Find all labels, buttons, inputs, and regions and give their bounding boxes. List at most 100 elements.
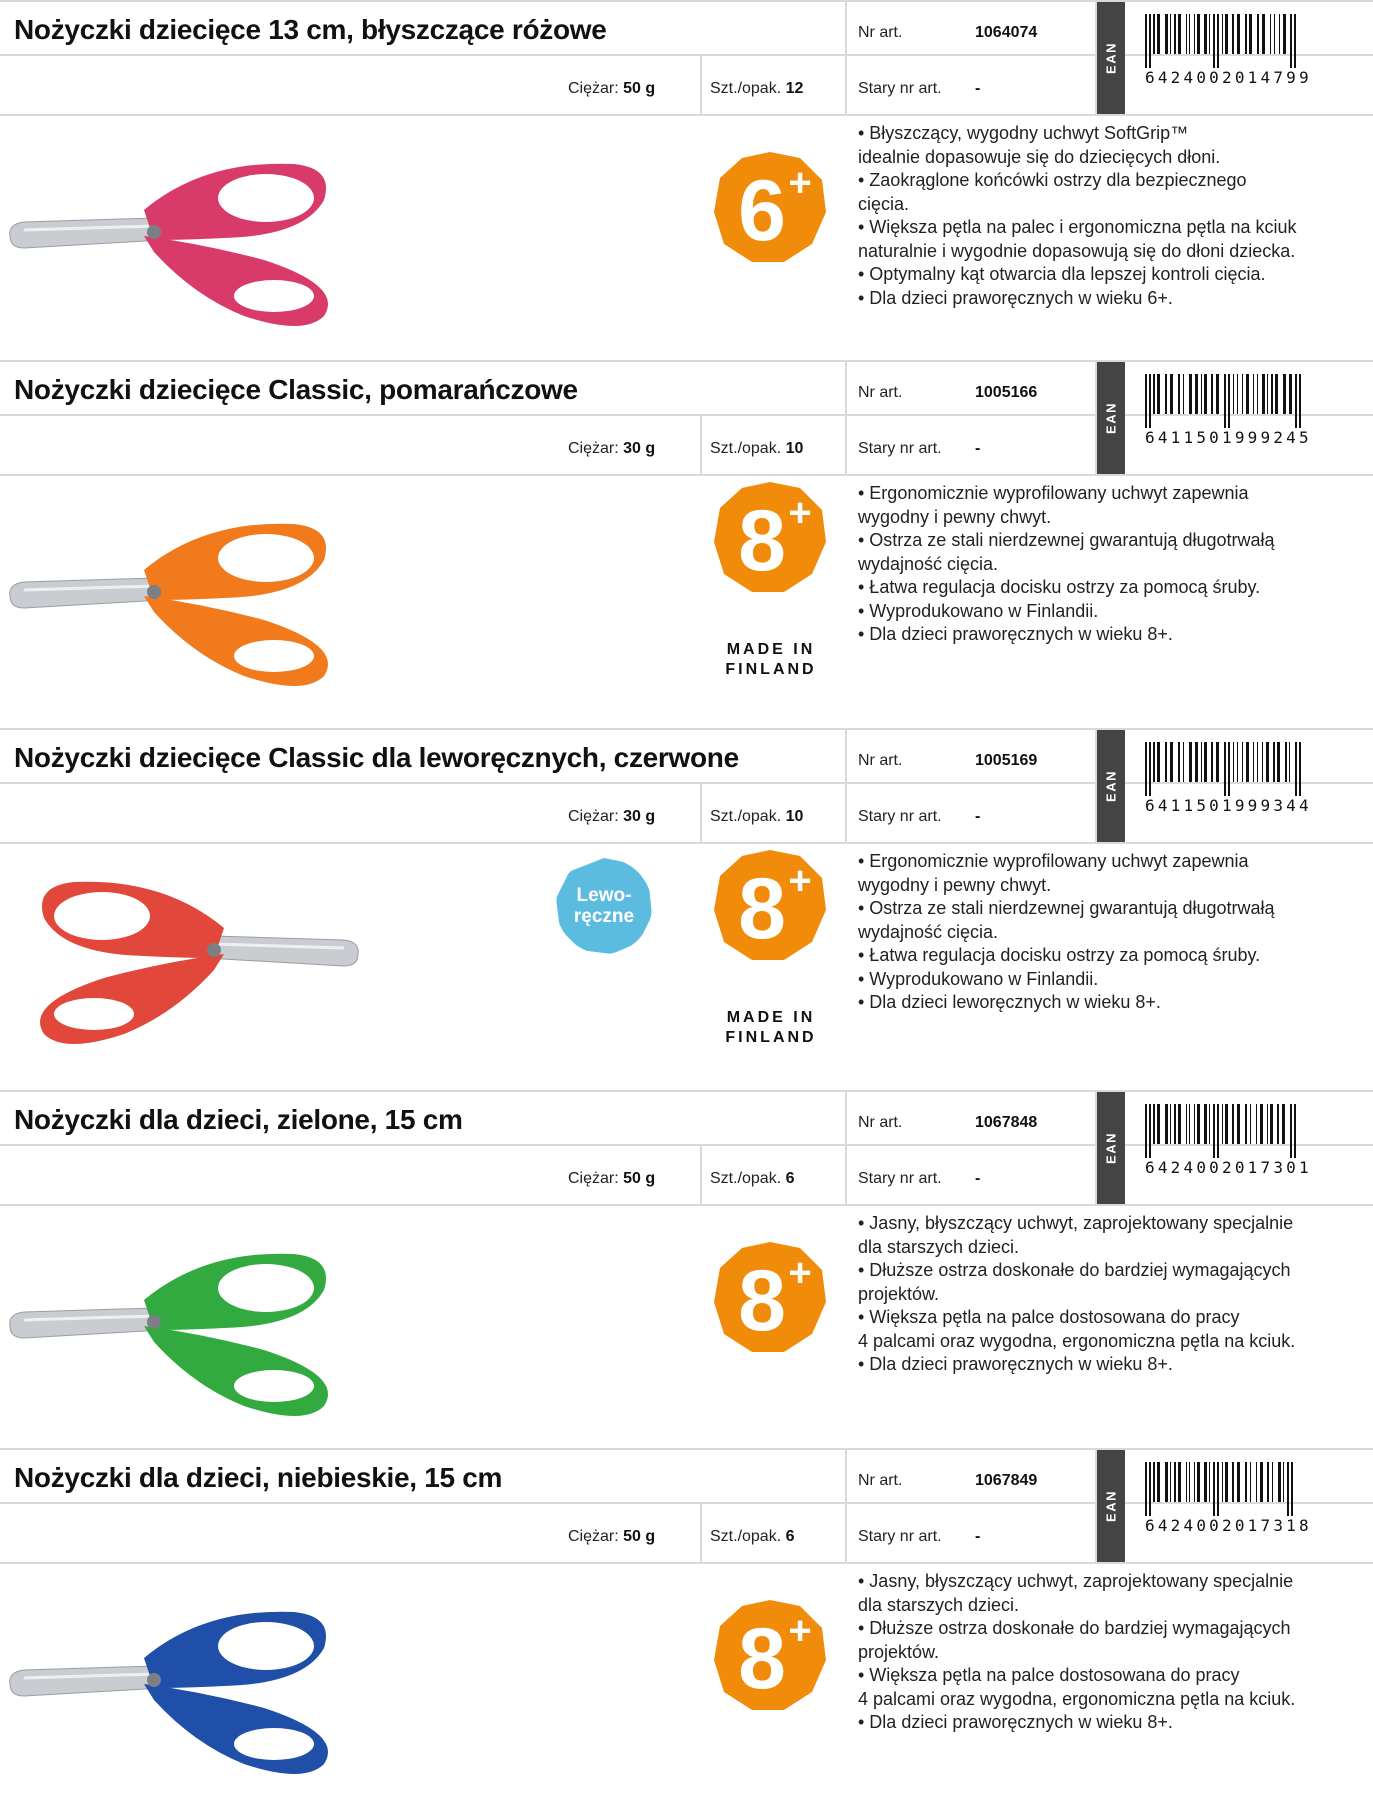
divider xyxy=(845,360,847,474)
ean-barcode: 6424002017301 xyxy=(1133,1104,1333,1177)
pack-label: Szt./opak. xyxy=(710,80,782,97)
pack-qty: Szt./opak. 10 xyxy=(710,808,803,826)
feature-line: • Dla dzieci praworęcznych w wieku 6+. xyxy=(858,287,1173,308)
product-card: Nożyczki dziecięce Classic dla leworęczn… xyxy=(0,728,1373,1078)
age-badge: 6 + xyxy=(712,150,828,266)
pack-qty: Szt./opak. 12 xyxy=(710,80,803,98)
weight-label: Ciężar: xyxy=(568,1528,619,1545)
old-nr-label: Stary nr art. xyxy=(858,1528,942,1545)
feature-line: • Ostrza ze stali nierdzewnej gwarantują… xyxy=(858,898,1275,918)
nr-art-label: Nr art. xyxy=(858,24,903,41)
old-nr-label: Stary nr art. xyxy=(858,808,942,825)
old-nr-value: - xyxy=(975,1170,981,1187)
ean-barcode: 6424002014799 xyxy=(1133,14,1333,87)
weight: Ciężar: 50 g xyxy=(568,1170,655,1188)
feature-line: projektów. xyxy=(858,1641,940,1662)
feature-line: • Zaokrąglone końcówki ostrzy dla bezpie… xyxy=(858,170,1247,190)
divider xyxy=(0,1448,1373,1450)
weight: Ciężar: 30 g xyxy=(568,808,655,826)
nr-art-value: 1005169 xyxy=(975,752,1038,769)
nr-art-value: 1005166 xyxy=(975,384,1038,401)
feature-line: 4 palcami oraz wygodna, ergonomiczna pęt… xyxy=(858,1330,1296,1351)
divider xyxy=(700,784,702,842)
ean-barcode: 6411501999245 xyxy=(1133,374,1333,447)
feature-line: naturalnie i wygodnie dopasowują się do … xyxy=(858,240,1296,261)
divider xyxy=(700,1504,702,1562)
svg-text:8: 8 xyxy=(738,1611,786,1707)
divider xyxy=(700,56,702,114)
pack-value: 12 xyxy=(785,80,804,97)
feature-line: • Dłuższe ostrza doskonałe do bardziej w… xyxy=(858,1618,1291,1638)
feature-line: dla starszych dzieci. xyxy=(858,1236,1020,1257)
pack-value: 6 xyxy=(785,1170,795,1187)
feature-line: idealnie dopasowuje się do dziecięcych d… xyxy=(858,146,1221,167)
weight-value: 30 g xyxy=(623,440,656,457)
old-nr-value: - xyxy=(975,80,981,97)
product-image xyxy=(4,500,364,695)
product-card: Nożyczki dziecięce 13 cm, błyszczące róż… xyxy=(0,0,1373,350)
svg-text:6: 6 xyxy=(738,163,786,259)
divider xyxy=(0,842,1373,844)
ean-label-bar: EAN xyxy=(1097,1450,1125,1562)
feature-line: • Dla dzieci leworęcznych w wieku 8+. xyxy=(858,992,1161,1012)
ean-label-bar: EAN xyxy=(1097,1092,1125,1204)
feature-line: • Dla dzieci praworęcznych w wieku 8+. xyxy=(858,1712,1173,1732)
nr-art-label: Nr art. xyxy=(858,1114,903,1131)
svg-text:+: + xyxy=(788,161,811,205)
weight-label: Ciężar: xyxy=(568,80,619,97)
feature-line: • Dla dzieci praworęcznych w wieku 8+. xyxy=(858,1354,1173,1374)
ean-digits: 6424002017301 xyxy=(1145,1158,1312,1177)
made-in-finland-label: MADE IN FINLAND xyxy=(725,1009,817,1046)
pack-qty: Szt./opak. 6 xyxy=(710,1528,795,1546)
weight-value: 30 g xyxy=(623,808,656,825)
ean-barcode: 6424002017318 xyxy=(1133,1462,1333,1535)
old-nr-value: - xyxy=(975,440,981,457)
feature-line: dla starszych dzieci. xyxy=(858,1594,1020,1615)
old-nr-label: Stary nr art. xyxy=(858,1170,942,1187)
ean-label: EAN xyxy=(1103,770,1119,802)
weight-label: Ciężar: xyxy=(568,808,619,825)
weight-value: 50 g xyxy=(623,1170,656,1187)
nr-art-value: 1064074 xyxy=(975,24,1038,41)
product-title: Nożyczki dziecięce 13 cm, błyszczące róż… xyxy=(14,14,607,45)
feature-line: • Wyprodukowano w Finlandii. xyxy=(858,600,1099,621)
weight: Ciężar: 30 g xyxy=(568,440,655,458)
pack-label: Szt./opak. xyxy=(710,1170,782,1187)
feature-line: • Błyszczący, wygodny uchwyt SoftGrip™ xyxy=(858,123,1189,143)
ean-digits: 6411501999344 xyxy=(1145,796,1312,815)
weight-label: Ciężar: xyxy=(568,1170,619,1187)
divider xyxy=(700,416,702,474)
feature-list: • Ergonomicznie wyprofilowany uchwyt zap… xyxy=(858,850,1363,1015)
divider xyxy=(0,1204,1373,1206)
feature-line: • Optymalny kąt otwarcia dla lepszej kon… xyxy=(858,264,1266,284)
nr-art-label: Nr art. xyxy=(858,752,903,769)
pack-label: Szt./opak. xyxy=(710,1528,782,1545)
divider xyxy=(0,114,1373,116)
pack-value: 6 xyxy=(785,1528,795,1545)
feature-line: projektów. xyxy=(858,1283,940,1304)
divider xyxy=(0,0,1373,2)
weight: Ciężar: 50 g xyxy=(568,80,655,98)
svg-text:+: + xyxy=(788,1609,811,1653)
nr-art-value: 1067849 xyxy=(975,1472,1038,1489)
product-card: Nożyczki dla dzieci, zielone, 15 cm Nr ar… xyxy=(0,1090,1373,1440)
ean-label: EAN xyxy=(1103,402,1119,434)
feature-line: wygodny i pewny chwyt. xyxy=(858,874,1052,895)
product-title: Nożyczki dla dzieci, zielone, 15 cm xyxy=(14,1104,463,1135)
ean-label: EAN xyxy=(1103,1490,1119,1522)
product-card: Nożyczki dziecięce Classic, pomarańczowe… xyxy=(0,360,1373,710)
divider xyxy=(845,728,847,842)
nr-art-label: Nr art. xyxy=(858,384,903,401)
made-in-finland-label: MADE IN FINLAND xyxy=(725,641,817,678)
ean-label: EAN xyxy=(1103,42,1119,74)
feature-line: • Większa pętla na palce dostosowana do … xyxy=(858,1665,1240,1685)
ean-label-bar: EAN xyxy=(1097,362,1125,474)
feature-line: • Ostrza ze stali nierdzewnej gwarantują… xyxy=(858,530,1275,550)
old-nr-value: - xyxy=(975,1528,981,1545)
feature-line: wydajność cięcia. xyxy=(858,921,999,942)
feature-line: • Wyprodukowano w Finlandii. xyxy=(858,968,1099,989)
age-badge: 8 + xyxy=(712,1240,828,1356)
ean-digits: 6411501999245 xyxy=(1145,428,1312,447)
feature-line: • Ergonomicznie wyprofilowany uchwyt zap… xyxy=(858,851,1249,871)
weight-label: Ciężar: xyxy=(568,440,619,457)
